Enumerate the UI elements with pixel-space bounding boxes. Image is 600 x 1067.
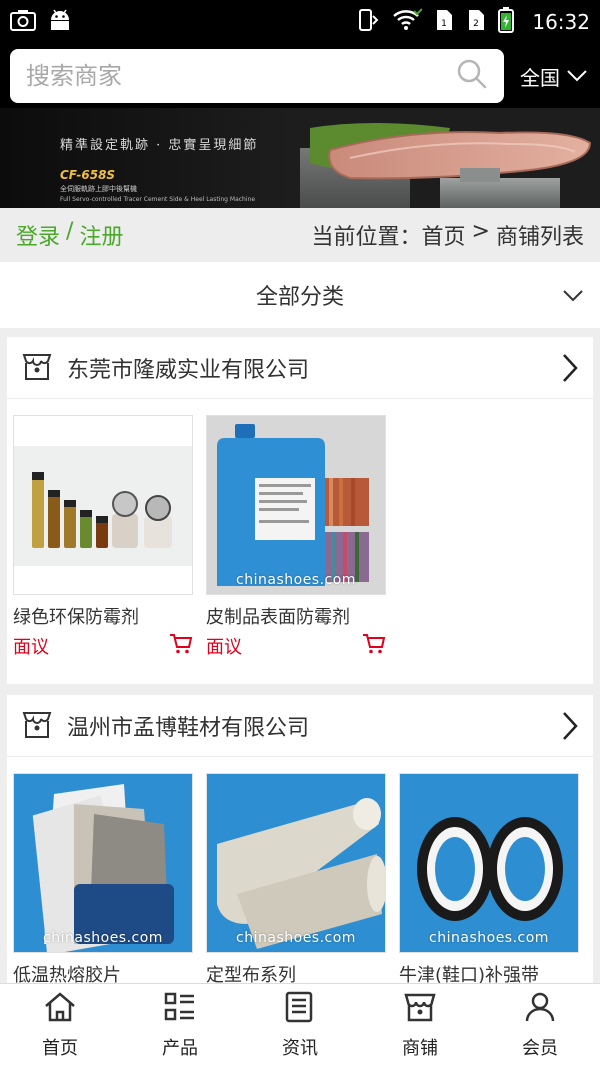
location-label: 当前位置： (311, 225, 422, 250)
product-name[interactable]: 绿色环保防霉剂 (13, 603, 193, 629)
nav-item-news[interactable]: 资讯 (240, 984, 360, 1067)
chevron-right-icon[interactable] (561, 711, 579, 745)
breadcrumb: 当前位置： 首页 > 商铺列表 (312, 219, 584, 251)
user-icon (523, 991, 557, 1028)
shop-header[interactable]: 东莞市隆威实业有限公司 (7, 337, 593, 399)
shop-name[interactable]: 东莞市隆威实业有限公司 (67, 352, 309, 384)
product-watermark: chinashoes.com (43, 930, 163, 946)
nav-label: 商铺 (402, 1038, 438, 1059)
banner-subtitle-en: Full Servo-controlled Tracer Cement Side… (60, 196, 256, 203)
search-icon[interactable] (456, 58, 488, 94)
nav-item-products[interactable]: 产品 (120, 984, 240, 1067)
product-price: 面议 (13, 637, 49, 658)
nav-label: 资讯 (282, 1038, 318, 1059)
nav-item-member[interactable]: 会员 (480, 984, 600, 1067)
cart-icon[interactable] (169, 633, 193, 659)
promo-banner[interactable]: 精準設定軌跡 · 忠實呈現細節 CF-658S 全伺服軌跡上膠中後幫機 Full… (0, 108, 600, 208)
auth-separator: / (66, 219, 74, 244)
shop-icon (21, 708, 53, 744)
shop-card: 温州市孟博鞋材有限公司 chinashoes.com 低温热熔胶片 chinas… (7, 695, 593, 986)
status-time: 16:32 (532, 10, 590, 34)
breadcrumb-home[interactable]: 首页 (422, 219, 466, 251)
login-link[interactable]: 登录 (16, 219, 60, 251)
battery-charging-icon (498, 7, 515, 37)
chevron-right-icon[interactable] (561, 353, 579, 387)
breadcrumb-bar: 登录 / 注册 当前位置： 首页 > 商铺列表 (0, 208, 600, 262)
nav-label: 产品 (162, 1038, 198, 1059)
shop-icon (403, 991, 437, 1028)
phone-vibrate-icon (356, 8, 380, 36)
sim2-icon: 2 (466, 8, 486, 36)
product-card[interactable]: chinashoes.com 牛津(鞋口)补强带 (399, 773, 579, 987)
product-watermark: chinashoes.com (236, 930, 356, 946)
region-selector[interactable]: 全国 (520, 58, 588, 94)
wifi-icon (392, 8, 424, 36)
chevron-down-icon (562, 284, 584, 309)
screenshot-icon (10, 9, 36, 35)
android-icon (48, 9, 72, 35)
register-link[interactable]: 注册 (79, 219, 123, 251)
search-input[interactable] (26, 62, 456, 90)
product-image[interactable]: chinashoes.com (206, 773, 386, 953)
banner-subtitle: 全伺服軌跡上膠中後幫機 (60, 185, 137, 193)
category-filter[interactable]: 全部分类 (0, 262, 600, 328)
banner-model: CF-658S (60, 168, 116, 182)
bottom-nav: 首页 产品 资讯 商铺 会员 (0, 983, 600, 1067)
search-box[interactable] (10, 49, 504, 103)
app-header: 全国 (0, 44, 600, 108)
news-icon (283, 991, 317, 1028)
shop-name[interactable]: 温州市孟博鞋材有限公司 (67, 710, 309, 742)
breadcrumb-arrow: > (471, 219, 490, 244)
product-watermark: chinashoes.com (429, 930, 549, 946)
svg-text:2: 2 (473, 19, 479, 29)
banner-slogan: 精準設定軌跡 · 忠實呈現細節 (60, 138, 259, 153)
product-card[interactable]: chinashoes.com 皮制品表面防霉剂 面议 (206, 415, 386, 659)
svg-text:1: 1 (441, 19, 447, 29)
status-bar: 1 2 16:32 (0, 0, 600, 44)
shop-icon (21, 350, 53, 386)
breadcrumb-current: 商铺列表 (495, 225, 584, 250)
nav-label: 首页 (42, 1038, 78, 1059)
product-card[interactable]: chinashoes.com 低温热熔胶片 (13, 773, 193, 987)
nav-item-shops[interactable]: 商铺 (360, 984, 480, 1067)
product-image[interactable]: chinashoes.com (13, 773, 193, 953)
product-image[interactable]: chinashoes.com (206, 415, 386, 595)
home-icon (43, 991, 77, 1028)
product-image[interactable]: chinashoes.com (399, 773, 579, 953)
product-price: 面议 (206, 637, 242, 658)
auth-links: 登录 / 注册 (16, 219, 123, 251)
product-image[interactable] (13, 415, 193, 595)
shop-header[interactable]: 温州市孟博鞋材有限公司 (7, 695, 593, 757)
product-card[interactable]: 绿色环保防霉剂 面议 (13, 415, 193, 659)
grid-list-icon (163, 991, 197, 1028)
shop-card: 东莞市隆威实业有限公司 绿色环保防霉剂 面议 chinashoes.com 皮制… (7, 337, 593, 684)
category-label: 全部分类 (255, 285, 344, 310)
cart-icon[interactable] (362, 633, 386, 659)
product-watermark: chinashoes.com (236, 572, 356, 588)
region-label: 全国 (520, 65, 560, 90)
banner-shoe-machine-image (290, 108, 600, 208)
chevron-down-icon (566, 64, 588, 88)
nav-label: 会员 (522, 1038, 558, 1059)
nav-item-home[interactable]: 首页 (0, 984, 120, 1067)
sim1-icon: 1 (434, 8, 454, 36)
product-name[interactable]: 皮制品表面防霉剂 (206, 603, 386, 629)
product-card[interactable]: chinashoes.com 定型布系列 (206, 773, 386, 987)
